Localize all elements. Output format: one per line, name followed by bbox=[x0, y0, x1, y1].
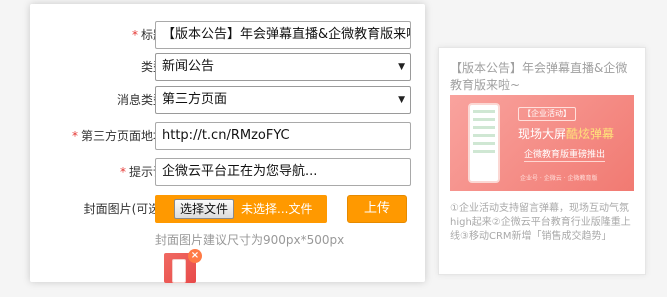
prompt-input[interactable]: 企微云平台正在为您导航... bbox=[155, 158, 411, 186]
type-select[interactable]: 新闻公告 ▼ bbox=[155, 53, 411, 81]
cover-size-hint: 封面图片建议尺寸为900px*500px bbox=[155, 233, 345, 247]
title-input[interactable]: 【版本公告】年会弹幕直播&企微教育版来啦~ bbox=[155, 21, 411, 49]
third-party-url-row: * 第三方页面地址： http://t.cn/RMzoFYC bbox=[30, 122, 425, 150]
phone-illustration bbox=[172, 259, 186, 283]
no-file-text: 未选择...文件 bbox=[241, 202, 313, 216]
dropdown-arrow-icon: ▼ bbox=[398, 95, 405, 105]
message-type-row: 消息类型： 第三方页面 ▼ bbox=[30, 86, 425, 114]
message-preview-card: 【版本公告】年会弹幕直播&企微教育版来啦~ 【企业活动】 现场大屏酷炫弹幕 企微… bbox=[438, 47, 646, 275]
preview-banner-image: 【企业活动】 现场大屏酷炫弹幕 企微教育版重磅推出 企业号 · 企微云 · 企微… bbox=[450, 95, 634, 191]
preview-title: 【版本公告】年会弹幕直播&企微教育版来啦~ bbox=[450, 61, 628, 92]
message-type-select-value: 第三方页面 bbox=[162, 92, 228, 107]
banner-headline: 现场大屏酷炫弹幕 bbox=[518, 127, 615, 141]
banner-footer: 企业号 · 企微云 · 企微教育版 bbox=[520, 175, 598, 182]
banner-tag: 【企业活动】 bbox=[518, 107, 576, 121]
third-party-url-input[interactable]: http://t.cn/RMzoFYC bbox=[155, 122, 411, 150]
message-form: *标题： 【版本公告】年会弹幕直播&企微教育版来啦~ 类型： 新闻公告 ▼ 消息… bbox=[30, 4, 425, 285]
prompt-row: * 提示语： 企微云平台正在为您导航... bbox=[30, 158, 425, 186]
required-mark: * bbox=[131, 28, 138, 42]
close-icon[interactable]: × bbox=[188, 249, 202, 263]
required-mark: * bbox=[119, 165, 126, 179]
cover-thumbnail: × bbox=[164, 249, 202, 285]
type-select-value: 新闻公告 bbox=[162, 59, 215, 74]
upload-button[interactable]: 上传 bbox=[347, 195, 407, 223]
title-row: *标题： 【版本公告】年会弹幕直播&企微教育版来啦~ bbox=[30, 21, 425, 49]
message-type-select[interactable]: 第三方页面 ▼ bbox=[155, 86, 411, 114]
choose-file-button[interactable]: 选择文件 bbox=[174, 199, 235, 219]
cover-row: 封面图片(可选)： 选择文件 未选择...文件 上传 bbox=[30, 195, 425, 223]
file-picker[interactable]: 选择文件 未选择...文件 bbox=[155, 195, 327, 223]
type-row: 类型： 新闻公告 ▼ bbox=[30, 53, 425, 81]
phone-illustration bbox=[468, 103, 500, 183]
preview-description: ①企业活动支持留言弹幕，现场互动气氛high起来②企微云平台教育行业版隆重上线③… bbox=[450, 203, 631, 242]
required-mark: * bbox=[71, 129, 78, 143]
dropdown-arrow-icon: ▼ bbox=[398, 62, 405, 72]
banner-subtitle: 企微教育版重磅推出 bbox=[524, 147, 606, 162]
